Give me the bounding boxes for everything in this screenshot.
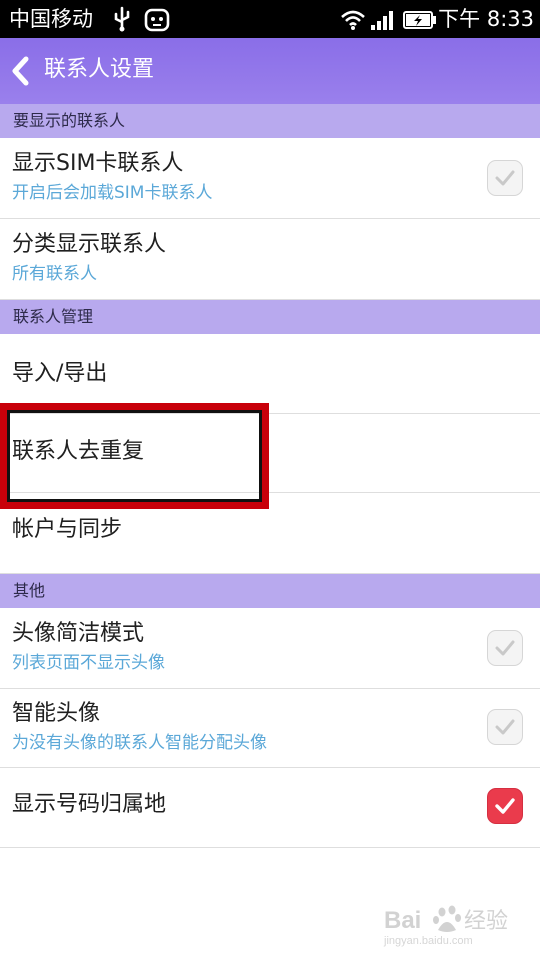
baidu-paw-logo-icon: Bai 经验 jingyan.baidu.com [383, 905, 508, 947]
checkbox-simple-avatar-mode[interactable] [487, 630, 523, 666]
setting-title: 显示号码归属地 [12, 792, 167, 817]
setting-smart-avatar[interactable]: 智能头像 为没有头像的联系人智能分配头像 [0, 689, 540, 768]
setting-subtitle: 列表页面不显示头像 [12, 653, 165, 673]
checkbox-smart-avatar[interactable] [487, 709, 523, 745]
setting-accounts-sync[interactable]: 帐户与同步 [0, 493, 540, 574]
page-title: 联系人设置 [44, 57, 155, 82]
alarm-icon [143, 6, 171, 36]
setting-title: 联系人去重复 [12, 439, 145, 464]
svg-text:Bai: Bai [384, 907, 421, 934]
setting-dedupe-contacts[interactable]: 联系人去重复 [0, 414, 540, 493]
setting-title: 导入/导出 [12, 361, 108, 386]
section-header-other: 其他 [0, 574, 540, 608]
checkbox-show-number-location[interactable] [487, 788, 523, 824]
back-button[interactable] [6, 53, 38, 89]
setting-import-export[interactable]: 导入/导出 [0, 334, 540, 414]
title-bar: 联系人设置 [0, 38, 540, 104]
check-icon [495, 798, 515, 814]
check-icon [495, 640, 515, 656]
setting-subtitle: 为没有头像的联系人智能分配头像 [12, 733, 267, 753]
setting-title: 显示SIM卡联系人 [12, 151, 184, 176]
section-header-contact-management: 联系人管理 [0, 300, 540, 334]
setting-title: 分类显示联系人 [12, 232, 167, 257]
svg-text:jingyan.baidu.com: jingyan.baidu.com [383, 935, 473, 947]
check-icon [495, 719, 515, 735]
setting-simple-avatar-mode[interactable]: 头像简洁模式 列表页面不显示头像 [0, 608, 540, 689]
baidu-jingyan-watermark: Bai 经验 jingyan.baidu.com [382, 900, 522, 948]
setting-title: 头像简洁模式 [12, 621, 145, 646]
status-time: 下午 8:33 [438, 7, 534, 31]
svg-text:经验: 经验 [464, 909, 508, 934]
setting-subtitle: 所有联系人 [12, 264, 97, 284]
status-bar: 中国移动 下午 8:33 [0, 0, 540, 38]
battery-charging-icon [403, 10, 437, 34]
checkbox-show-sim-contacts[interactable] [487, 160, 523, 196]
wifi-icon [340, 9, 366, 35]
setting-title: 智能头像 [12, 701, 101, 726]
carrier-name: 中国移动 [9, 7, 93, 31]
signal-icon [370, 9, 396, 35]
setting-title: 帐户与同步 [12, 517, 123, 542]
chevron-left-icon [12, 56, 29, 86]
setting-group-contacts[interactable]: 分类显示联系人 所有联系人 [0, 219, 540, 300]
setting-show-sim-contacts[interactable]: 显示SIM卡联系人 开启后会加载SIM卡联系人 [0, 138, 540, 219]
usb-icon [110, 6, 134, 36]
setting-subtitle: 开启后会加载SIM卡联系人 [12, 183, 213, 203]
section-header-display-contacts: 要显示的联系人 [0, 104, 540, 138]
setting-show-number-location[interactable]: 显示号码归属地 [0, 768, 540, 848]
check-icon [495, 170, 515, 186]
